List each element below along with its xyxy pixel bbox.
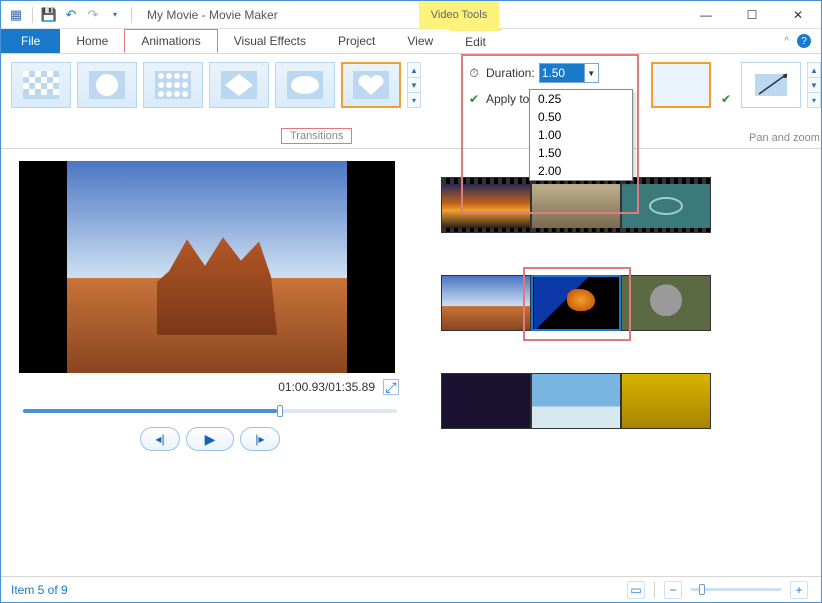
panzoom-none[interactable] (651, 62, 711, 108)
quick-access-toolbar: ▦ 💾 ↶ ↷ ▾ (1, 6, 141, 24)
panzoom-scroll[interactable]: ▲▼▾ (807, 62, 821, 108)
clip-8[interactable] (531, 373, 621, 429)
app-icon[interactable]: ▦ (7, 6, 25, 24)
zoom-slider[interactable] (691, 588, 781, 591)
duration-option[interactable]: 0.25 (530, 90, 632, 108)
redo-icon[interactable]: ↷ (84, 6, 102, 24)
help-icon[interactable]: ? (797, 34, 811, 48)
playback-controls: ◂| ▶ |▸ (19, 427, 401, 451)
duration-option[interactable]: 1.50 (530, 144, 632, 162)
window-title: My Movie - Movie Maker (141, 8, 278, 22)
video-preview[interactable] (19, 161, 395, 373)
duration-input[interactable] (540, 64, 584, 82)
duration-option[interactable]: 0.50 (530, 108, 632, 126)
duration-option[interactable]: 2.00 (530, 162, 632, 180)
duration-dropdown-list[interactable]: 0.25 0.50 1.00 1.50 2.00 (529, 89, 633, 181)
storyboard-row (441, 275, 803, 331)
maximize-button[interactable]: ☐ (729, 1, 775, 29)
seek-slider[interactable] (23, 409, 397, 413)
clip-1[interactable] (441, 177, 531, 233)
zoom-out-button[interactable]: − (664, 581, 682, 599)
transition-circles[interactable] (143, 62, 203, 108)
duration-option[interactable]: 1.00 (530, 126, 632, 144)
apply-all-icon: ✔ (466, 91, 482, 107)
tab-edit[interactable]: Edit (449, 29, 502, 53)
window-controls: — ☐ ✕ (683, 1, 821, 29)
duration-icon: ⏱ (466, 65, 482, 81)
transition-eye[interactable] (275, 62, 335, 108)
panzoom-group-label: Pan and zoom (749, 132, 820, 144)
help-area: ^ ? (784, 29, 821, 53)
storyboard-row (441, 373, 803, 429)
transition-diamond[interactable] (209, 62, 269, 108)
clip-6[interactable] (621, 275, 711, 331)
zoom-thumb[interactable] (699, 584, 705, 595)
panzoom-effect[interactable] (741, 62, 801, 108)
play-button[interactable]: ▶ (186, 427, 234, 451)
transitions-group-label: Transitions (281, 128, 352, 144)
tab-file[interactable]: File (1, 29, 60, 53)
close-button[interactable]: ✕ (775, 1, 821, 29)
clip-5[interactable] (531, 275, 621, 331)
minimize-button[interactable]: — (683, 1, 729, 29)
transition-checker[interactable] (11, 62, 71, 108)
duration-dropdown-icon[interactable]: ▼ (584, 64, 598, 82)
clip-4[interactable] (441, 275, 531, 331)
gallery-down-icon[interactable]: ▼ (408, 77, 420, 92)
time-display: 01:00.93/01:35.89 (278, 380, 375, 394)
storyboard-row (441, 177, 803, 233)
status-item-text: Item 5 of 9 (11, 583, 68, 597)
seek-thumb[interactable] (277, 405, 283, 417)
qat-dropdown-icon[interactable]: ▾ (106, 6, 124, 24)
playhead-icon[interactable] (532, 275, 534, 331)
panzoom-gallery: ✔ ▲▼▾ ✔ (651, 62, 822, 108)
zoom-in-button[interactable]: + (790, 581, 808, 599)
tab-visual-effects[interactable]: Visual Effects (218, 29, 322, 53)
gallery-up-icon[interactable]: ▲ (408, 63, 420, 77)
duration-combo[interactable]: ▼ (539, 63, 599, 83)
clip-2[interactable] (531, 177, 621, 233)
view-mode-icon[interactable]: ▭ (627, 581, 645, 599)
status-bar: Item 5 of 9 ▭ − + (1, 576, 821, 602)
next-frame-button[interactable]: |▸ (240, 427, 280, 451)
clip-9[interactable] (621, 373, 711, 429)
transition-circle[interactable] (77, 62, 137, 108)
ribbon: ▲▼▾ ⏱ Duration: ▼ ✔ Apply to all ✔ ▲▼▾ ✔… (1, 54, 821, 149)
clip-3[interactable] (621, 177, 711, 233)
content-area: 01:00.93/01:35.89 ⤢ ◂| ▶ |▸ (1, 149, 821, 579)
contextual-tab-header: Video Tools (419, 1, 499, 29)
duration-label: Duration: (486, 66, 535, 80)
ribbon-tabs: File Home Animations Visual Effects Proj… (1, 29, 821, 54)
prev-frame-button[interactable]: ◂| (140, 427, 180, 451)
tab-home[interactable]: Home (60, 29, 124, 53)
storyboard[interactable] (411, 149, 821, 579)
tab-project[interactable]: Project (322, 29, 391, 53)
save-icon[interactable]: 💾 (40, 6, 58, 24)
fullscreen-icon[interactable]: ⤢ (383, 379, 399, 395)
preview-pane: 01:00.93/01:35.89 ⤢ ◂| ▶ |▸ (1, 149, 411, 579)
transition-heart[interactable] (341, 62, 401, 108)
tab-view[interactable]: View (391, 29, 449, 53)
title-bar: ▦ 💾 ↶ ↷ ▾ My Movie - Movie Maker Video T… (1, 1, 821, 29)
undo-icon[interactable]: ↶ (62, 6, 80, 24)
gallery-scroll[interactable]: ▲▼▾ (407, 62, 421, 108)
collapse-ribbon-icon[interactable]: ^ (784, 36, 789, 47)
panzoom-apply-icon[interactable]: ✔ (721, 92, 735, 106)
clip-7[interactable] (441, 373, 531, 429)
tab-animations[interactable]: Animations (124, 29, 217, 53)
gallery-more-icon[interactable]: ▾ (408, 92, 420, 107)
transitions-gallery: ▲▼▾ (1, 54, 431, 148)
